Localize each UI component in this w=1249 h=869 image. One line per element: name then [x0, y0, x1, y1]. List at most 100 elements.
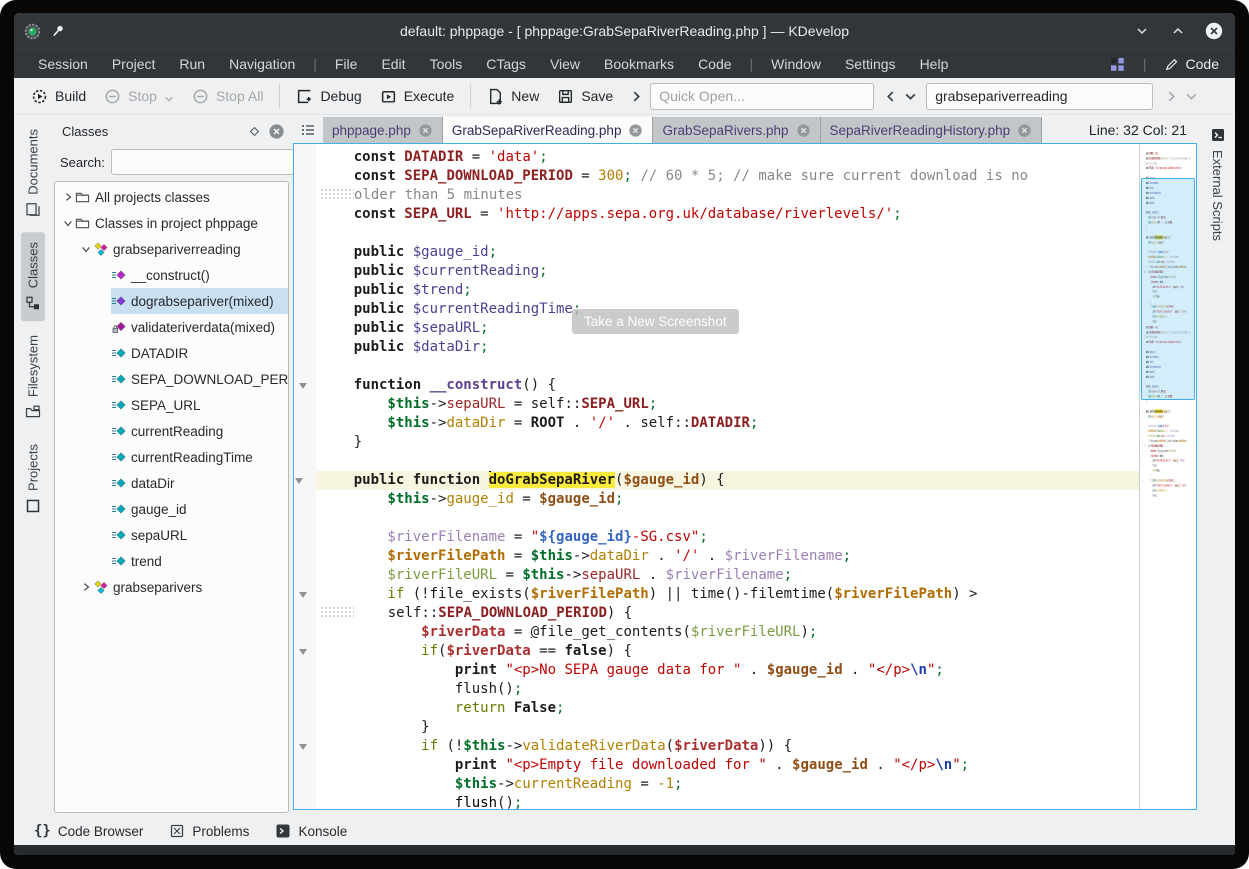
menu-bookmarks[interactable]: Bookmarks [592, 53, 686, 75]
toolbar-search-input[interactable] [926, 83, 1153, 110]
tab-grabsepariverreading-php[interactable]: GrabSepaRiverReading.php [443, 117, 654, 143]
tree-item-gauge-id[interactable]: gauge_id [55, 496, 288, 522]
member-teal-icon [111, 345, 129, 361]
tree-item-all-projects-classes[interactable]: All projects classes [55, 184, 288, 210]
chevron-down-icon[interactable] [79, 244, 93, 254]
tree-item-datadir[interactable]: DATADIR [55, 340, 288, 366]
tree-item-grabseparivers[interactable]: grabseparivers [55, 574, 288, 600]
code-line: if (!file_exists($riverFilePath) || time… [1144, 439, 1196, 444]
minimize-button[interactable] [1131, 20, 1153, 42]
debug-icon [296, 88, 313, 105]
dock-tab-external-scripts[interactable]: External Scripts [1206, 119, 1230, 249]
tree-item-sepaurl[interactable]: sepaURL [55, 522, 288, 548]
new-button[interactable]: New [478, 83, 548, 110]
build-button[interactable]: Build [22, 83, 95, 110]
minimap-scrollbar[interactable]: const DATADIR = 'data'; const SEPA_DOWNL… [1139, 144, 1196, 809]
area-switcher-icon[interactable] [1110, 57, 1125, 72]
menu-ctags[interactable]: CTags [474, 53, 538, 75]
stop-button[interactable]: Stop [95, 83, 183, 110]
search-prev-chevron-icon[interactable] [880, 84, 900, 108]
tree-item-sepa-download-period[interactable]: SEPA_DOWNLOAD_PERIOD [55, 366, 288, 392]
code-line: const SEPA_DOWNLOAD_PERIOD = 300; // 60 … [1144, 156, 1196, 161]
dock-tab-documents[interactable]: Documents [21, 119, 45, 228]
stop-all-button[interactable]: Stop All [183, 83, 272, 110]
dock-tab-filesystem[interactable]: Filesystem [21, 325, 45, 430]
document-list-icon[interactable] [293, 117, 323, 143]
editor-tabbar: phppage.phpGrabSepaRiverReading.phpGrabS… [293, 115, 1197, 143]
menu-project[interactable]: Project [100, 53, 168, 75]
close-button[interactable] [1203, 20, 1225, 42]
tab-phppage-php[interactable]: phppage.php [323, 117, 443, 143]
tab-grabseparivers-php[interactable]: GrabSepaRivers.php [653, 117, 820, 143]
tree-item-sepa-url[interactable]: SEPA_URL [55, 392, 288, 418]
save-icon [557, 88, 574, 105]
build-icon [31, 88, 48, 105]
menu-run[interactable]: Run [167, 53, 217, 75]
tree-item-currentreading[interactable]: currentReading [55, 418, 288, 444]
tree-item--construct-[interactable]: __construct() [55, 262, 288, 288]
menu-navigation[interactable]: Navigation [217, 53, 307, 75]
member-teal-icon [111, 423, 129, 439]
tab-close-icon[interactable] [796, 123, 811, 138]
tree-item-currentreadingtime[interactable]: currentReadingTime [55, 444, 288, 470]
menu-view[interactable]: View [538, 53, 592, 75]
menubar: SessionProjectRunNavigation|FileEditTool… [14, 49, 1235, 78]
code-line: $this->currentReading = -1; [320, 775, 1139, 794]
code-line: if($riverData == false) { [1144, 453, 1196, 458]
tree-item-trend[interactable]: trend [55, 548, 288, 574]
titlebar[interactable]: default: phppage - [ phppage:GrabSepaRiv… [14, 13, 1235, 49]
menu-help[interactable]: Help [908, 53, 961, 75]
toolbar-overflow-chevron-icon[interactable] [626, 84, 646, 108]
problems-button[interactable]: Problems [159, 820, 259, 842]
chevron-right-icon[interactable] [61, 192, 75, 202]
line-wrap-marker [320, 188, 354, 200]
execute-button[interactable]: Execute [371, 83, 464, 110]
menu-file[interactable]: File [323, 53, 370, 75]
line-wrap-marker [320, 606, 354, 618]
menubar-items: SessionProjectRunNavigation|FileEditTool… [26, 53, 960, 75]
tree-item-classes-in-project-phppage[interactable]: Classes in project phppage [55, 210, 288, 236]
menu-session[interactable]: Session [26, 53, 100, 75]
tree-item-grabsepariverreading[interactable]: grabsepariverreading [55, 236, 288, 262]
search-options-chevron-icon[interactable] [1181, 84, 1201, 108]
search-dropdown-chevron-icon[interactable] [900, 84, 920, 108]
code-line: $riverFilePath = $this->dataDir . '/' . … [320, 547, 1139, 566]
panel-close-icon[interactable] [268, 123, 285, 140]
menu-edit[interactable]: Edit [369, 53, 417, 75]
tab-close-icon[interactable] [418, 123, 433, 138]
workingset-code-button[interactable]: Code [1165, 56, 1223, 72]
code-browser-button[interactable]: {}Code Browser [24, 820, 153, 842]
save-button[interactable]: Save [548, 83, 622, 110]
code-line [320, 357, 1139, 376]
code-line: $riverFilePath = $this->dataDir . '/' . … [1144, 429, 1196, 434]
menu-code[interactable]: Code [686, 53, 743, 75]
classes-search-input[interactable] [111, 149, 294, 175]
menu-settings[interactable]: Settings [833, 53, 908, 75]
chevron-down-icon[interactable] [61, 218, 75, 228]
maximize-button[interactable] [1167, 20, 1189, 42]
debug-button[interactable]: Debug [287, 83, 370, 110]
tab-close-icon[interactable] [628, 123, 643, 138]
window-title: default: phppage - [ phppage:GrabSepaRiv… [14, 23, 1235, 39]
chevron-right-icon[interactable] [79, 582, 93, 592]
pin-icon[interactable] [51, 24, 65, 38]
code-area[interactable]: const DATADIR = 'data'; const SEPA_DOWNL… [294, 144, 1139, 809]
menu-tools[interactable]: Tools [418, 53, 475, 75]
code-line: const SEPA_DOWNLOAD_PERIOD = 300; // 60 … [320, 167, 1139, 186]
quick-open-input[interactable] [650, 83, 874, 110]
detach-diamond-icon[interactable] [249, 126, 260, 137]
tab-close-icon[interactable] [1017, 123, 1032, 138]
code-line: flush(); [1144, 463, 1196, 468]
search-next-chevron-icon[interactable] [1161, 84, 1181, 108]
tree-item-validateriverdata-mixed-[interactable]: validateriverdata(mixed) [55, 314, 288, 340]
editor[interactable]: const DATADIR = 'data'; const SEPA_DOWNL… [293, 143, 1197, 810]
code-line: older than 5 minutes [320, 186, 1139, 205]
tab-separiverreadinghistory-php[interactable]: SepaRiverReadingHistory.php [821, 117, 1043, 143]
dock-tab-classes[interactable]: Classes [21, 232, 45, 321]
menu-window[interactable]: Window [759, 53, 833, 75]
minimap-viewport[interactable] [1141, 178, 1195, 400]
tree-item-dograbsepariver-mixed-[interactable]: dograbsepariver(mixed) [55, 288, 288, 314]
konsole-button[interactable]: Konsole [265, 820, 357, 842]
dock-tab-projects[interactable]: Projects [21, 434, 45, 524]
tree-item-datadir[interactable]: dataDir [55, 470, 288, 496]
